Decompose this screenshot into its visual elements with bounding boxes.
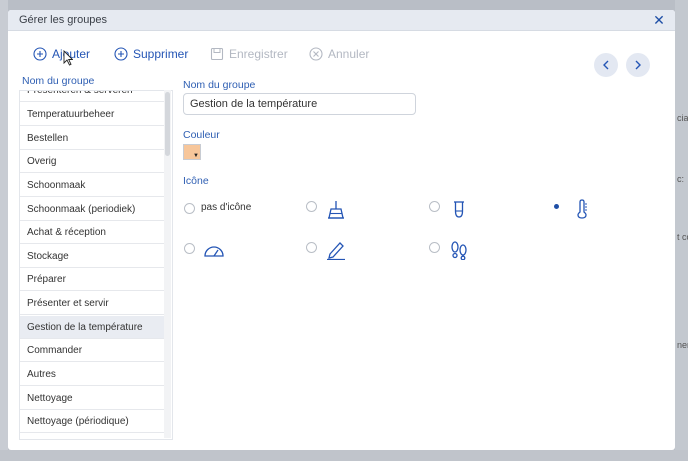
- manage-groups-dialog: Gérer les groupes ✕ Ajouter Supprimer En…: [8, 10, 675, 450]
- list-item[interactable]: Overig: [20, 150, 168, 173]
- group-list: Presenteren & serveren Temperatuurbeheer…: [19, 90, 173, 440]
- color-field-label: Couleur: [183, 129, 220, 141]
- icon-radio-pencil[interactable]: [306, 242, 317, 253]
- pencil-icon: [327, 242, 345, 260]
- list-item[interactable]: Commander: [20, 339, 168, 362]
- list-item[interactable]: Bestellen: [20, 127, 168, 150]
- list-item[interactable]: Schoonmaak (periodiek): [20, 198, 168, 221]
- close-icon: ✕: [653, 12, 665, 28]
- delete-button-label: Supprimer: [133, 47, 189, 61]
- chevron-left-icon: [603, 60, 609, 70]
- icon-field-label: Icône: [183, 175, 209, 187]
- add-button[interactable]: Ajouter: [33, 42, 90, 66]
- icon-radio-none[interactable]: [184, 203, 195, 214]
- save-button[interactable]: Enregistrer: [210, 42, 288, 66]
- mouse-cursor-icon: [63, 50, 73, 66]
- gauge-icon: [204, 246, 224, 257]
- icon-radio-broom[interactable]: [306, 201, 317, 212]
- toolbar: Ajouter Supprimer Enregistrer Annuler: [8, 42, 675, 66]
- icon-radio-thermometer[interactable]: [551, 201, 562, 212]
- list-item[interactable]: Nettoyage (périodique): [20, 410, 168, 433]
- list-item[interactable]: Présenter et servir: [20, 292, 168, 315]
- background-app-bottom: [0, 450, 688, 461]
- list-scrollbar-thumb[interactable]: [165, 92, 170, 156]
- previous-button[interactable]: [594, 53, 618, 77]
- cancel-button[interactable]: Annuler: [309, 42, 369, 66]
- dialog-titlebar: Gérer les groupes ✕: [8, 10, 675, 31]
- icon-radio-footprints[interactable]: [429, 242, 440, 253]
- plus-circle-icon: [114, 47, 128, 61]
- chevron-right-icon: [635, 60, 641, 70]
- close-button[interactable]: ✕: [651, 12, 667, 28]
- no-icon-label: pas d'icône: [201, 202, 252, 213]
- flask-icon: [454, 201, 464, 218]
- list-item[interactable]: Schoonmaak: [20, 174, 168, 197]
- color-picker[interactable]: ▼: [183, 144, 201, 160]
- background-text-fragment: c:: [677, 174, 685, 184]
- footprints-icon: [451, 241, 467, 260]
- save-button-label: Enregistrer: [229, 47, 288, 61]
- plus-circle-icon: [33, 47, 47, 61]
- name-field-label: Nom du groupe: [183, 79, 256, 91]
- caret-down-icon: ▼: [193, 153, 199, 159]
- save-icon: [210, 47, 224, 61]
- cancel-button-label: Annuler: [328, 47, 370, 61]
- next-button[interactable]: [626, 53, 650, 77]
- background-app-left: [0, 0, 8, 461]
- dialog-title: Gérer les groupes: [19, 14, 108, 26]
- list-item[interactable]: Temperatuurbeheer: [20, 103, 168, 126]
- group-name-value: Gestion de la température: [190, 98, 318, 110]
- background-app-right: [675, 0, 688, 461]
- icon-radio-flask[interactable]: [429, 201, 440, 212]
- thermometer-icon: [577, 199, 587, 219]
- background-text-fragment: nen: [677, 340, 688, 350]
- group-name-input[interactable]: Gestion de la température: [183, 93, 416, 115]
- group-list-label: Nom du groupe: [22, 75, 95, 87]
- icon-radio-gauge[interactable]: [184, 243, 195, 254]
- list-item[interactable]: Nettoyage: [20, 387, 168, 410]
- list-item[interactable]: Presenteren & serveren: [20, 91, 168, 102]
- x-circle-icon: [309, 47, 323, 61]
- list-item[interactable]: Achat & réception: [20, 221, 168, 244]
- list-item[interactable]: Stockage: [20, 245, 168, 268]
- broom-icon: [328, 201, 344, 219]
- list-item[interactable]: Autres: [20, 363, 168, 386]
- background-text-fragment: cial: [677, 113, 688, 123]
- delete-button[interactable]: Supprimer: [114, 42, 188, 66]
- list-item[interactable]: Préparer: [20, 268, 168, 291]
- list-item-selected[interactable]: Gestion de la température: [20, 316, 168, 339]
- background-text-fragment: t co: [677, 232, 688, 242]
